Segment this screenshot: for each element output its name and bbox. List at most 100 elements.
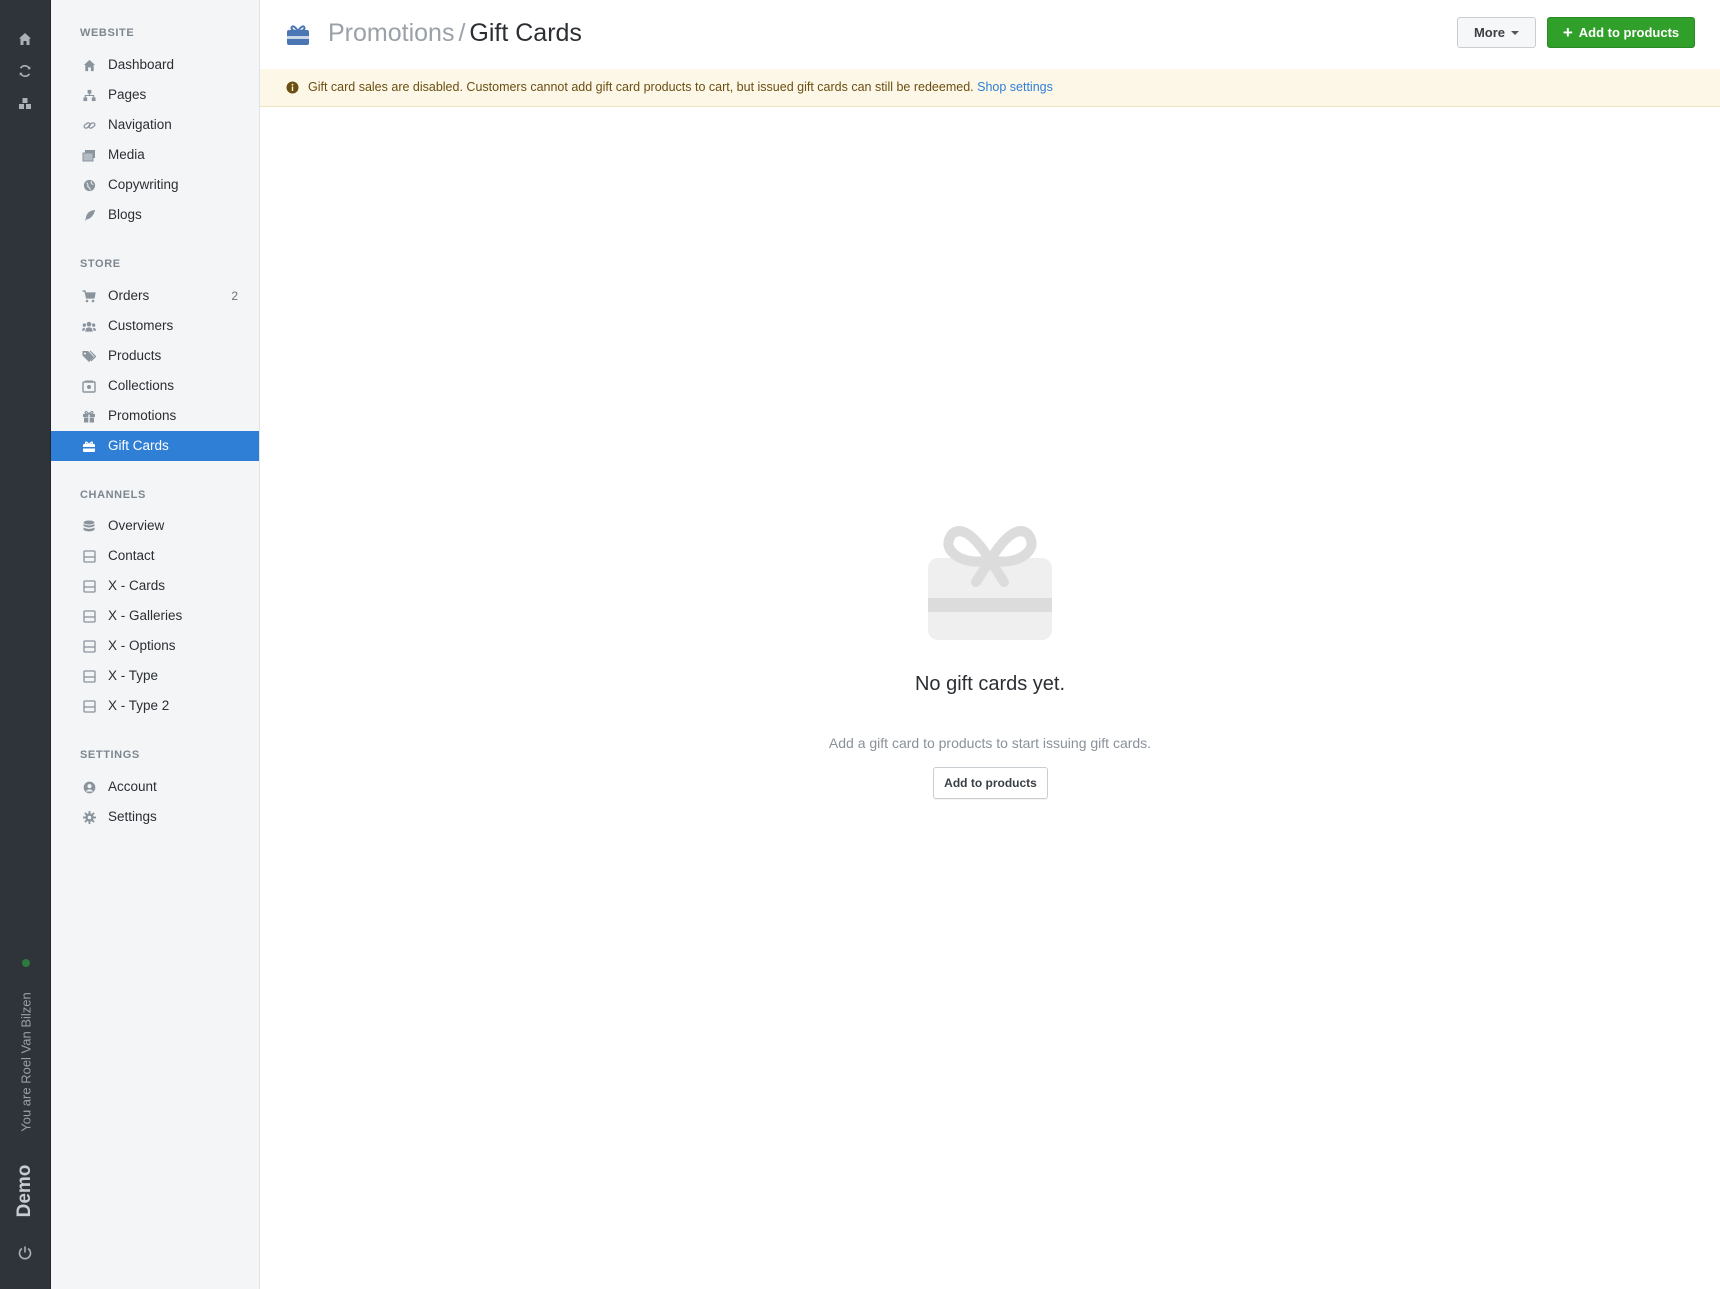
sidebar-item-x-type[interactable]: X - Type	[51, 661, 259, 691]
sidebar-item-label: Account	[108, 779, 157, 794]
alert-message: Gift card sales are disabled. Customers …	[308, 80, 1053, 94]
sidebar-item-x-cards[interactable]: X - Cards	[51, 571, 259, 601]
sidebar-item-label: Pages	[108, 87, 147, 102]
empty-state-title: No gift cards yet.	[914, 673, 1066, 695]
home-icon[interactable]	[15, 29, 35, 49]
app-rail: You are Roel Van Bilzen Demo	[0, 0, 51, 1289]
info-icon	[286, 81, 299, 94]
sidebar-item-label: Gift Cards	[108, 438, 169, 453]
sidebar-item-x-galleries[interactable]: X - Galleries	[51, 601, 259, 631]
sidebar-item-products[interactable]: Products	[51, 341, 259, 371]
current-user: You are Roel Van Bilzen	[18, 992, 34, 1132]
shop-settings-link[interactable]: Shop settings	[977, 80, 1053, 94]
cart-icon	[82, 289, 96, 303]
cubes-icon[interactable]	[15, 94, 35, 114]
caret-down-icon	[1511, 30, 1520, 35]
sidebar-item-label: Blogs	[108, 207, 142, 222]
more-dropdown-button[interactable]: More	[1457, 17, 1536, 48]
sitemap-icon	[82, 88, 96, 102]
breadcrumb-separator: /	[458, 19, 466, 47]
sidebar-item-x-options[interactable]: X - Options	[51, 631, 259, 661]
main-content: Promotions / Gift Cards More + Add to prod…	[260, 0, 1720, 1289]
sidebar-section-channels: CHANNELS	[80, 489, 146, 501]
empty-add-to-products-button[interactable]: Add to products	[933, 767, 1048, 799]
sidebar-item-label: Promotions	[108, 408, 177, 423]
sidebar-item-navigation[interactable]: Navigation	[51, 110, 259, 140]
empty-state-subtitle: Add a gift card to products to start iss…	[828, 735, 1152, 751]
box-icon	[82, 699, 96, 713]
power-icon[interactable]	[15, 1243, 35, 1263]
sidebar-item-label: Copywriting	[108, 177, 179, 192]
box-icon	[82, 579, 96, 593]
box-icon	[82, 639, 96, 653]
sidebar-item-account[interactable]: Account	[51, 772, 259, 802]
database-icon	[82, 519, 96, 533]
gift-card-icon	[286, 23, 310, 47]
sidebar-item-label: Collections	[108, 378, 175, 393]
sidebar-item-label: Products	[108, 348, 162, 363]
link-icon	[82, 118, 96, 132]
sidebar-item-promotions[interactable]: Promotions	[51, 401, 259, 431]
sidebar-item-label: Media	[108, 147, 145, 162]
sidebar-item-label: Navigation	[108, 117, 172, 132]
sidebar-item-label: X - Type	[108, 668, 159, 683]
status-dot	[22, 959, 30, 967]
gift-card-icon	[82, 439, 96, 453]
home-icon	[82, 58, 96, 72]
sidebar-item-label: X - Galleries	[108, 608, 183, 623]
globe-icon	[82, 178, 96, 192]
sidebar-section-store: STORE	[80, 258, 121, 270]
images-icon	[82, 148, 96, 162]
sidebar-item-label: Customers	[108, 318, 174, 333]
sidebar-item-dashboard[interactable]: Dashboard	[51, 50, 259, 80]
page-header: Promotions / Gift Cards More + Add to prod…	[260, 0, 1720, 70]
gear-icon	[82, 810, 96, 824]
sidebar-item-settings[interactable]: Settings	[51, 802, 259, 832]
sidebar-item-gift-cards[interactable]: Gift Cards	[51, 431, 259, 461]
more-button-label: More	[1473, 25, 1506, 40]
warning-alert: Gift card sales are disabled. Customers …	[260, 69, 1720, 107]
add-to-products-button[interactable]: + Add to products	[1547, 17, 1695, 48]
sidebar-section-settings: SETTINGS	[80, 749, 140, 761]
sidebar-section-website: WEBSITE	[80, 27, 135, 39]
gift-card-illustration-icon	[926, 520, 1054, 642]
feather-icon	[82, 208, 96, 222]
sidebar-item-contact[interactable]: Contact	[51, 541, 259, 571]
box-icon	[82, 609, 96, 623]
empty-button-label: Add to products	[944, 776, 1037, 790]
workspace-name[interactable]: Demo	[14, 1165, 36, 1218]
sidebar-item-label: Dashboard	[108, 57, 175, 72]
sidebar-item-pages[interactable]: Pages	[51, 80, 259, 110]
breadcrumb-promotions[interactable]: Promotions	[328, 19, 454, 47]
orders-count-badge: 2	[231, 289, 238, 303]
plus-icon: +	[1562, 23, 1573, 42]
sidebar-item-label: X - Cards	[108, 578, 166, 593]
add-button-label: Add to products	[1578, 25, 1680, 40]
sidebar-item-overview[interactable]: Overview	[51, 511, 259, 541]
sidebar-item-label: X - Type 2	[108, 698, 170, 713]
sidebar-item-orders[interactable]: Orders 2	[51, 281, 259, 311]
sidebar: WEBSITE Dashboard Pages Navigation Media…	[51, 0, 260, 1289]
alert-text: Gift card sales are disabled. Customers …	[308, 80, 974, 94]
page-title: Promotions / Gift Cards	[328, 19, 582, 48]
users-icon	[82, 319, 96, 333]
sidebar-item-x-type-2[interactable]: X - Type 2	[51, 691, 259, 721]
user-circle-icon	[82, 780, 96, 794]
breadcrumb-current: Gift Cards	[469, 19, 582, 47]
box-icon	[82, 669, 96, 683]
box-icon	[82, 549, 96, 563]
collection-icon	[82, 379, 96, 393]
refresh-icon[interactable]	[15, 61, 35, 81]
sidebar-item-media[interactable]: Media	[51, 140, 259, 170]
sidebar-item-collections[interactable]: Collections	[51, 371, 259, 401]
tags-icon	[82, 349, 96, 363]
sidebar-item-label: Settings	[108, 809, 157, 824]
sidebar-item-blogs[interactable]: Blogs	[51, 200, 259, 230]
sidebar-item-label: X - Options	[108, 638, 176, 653]
sidebar-item-customers[interactable]: Customers	[51, 311, 259, 341]
sidebar-item-label: Contact	[108, 548, 155, 563]
sidebar-item-label: Overview	[108, 518, 165, 533]
gift-icon	[82, 409, 96, 423]
sidebar-item-copywriting[interactable]: Copywriting	[51, 170, 259, 200]
sidebar-item-label: Orders	[108, 288, 150, 303]
